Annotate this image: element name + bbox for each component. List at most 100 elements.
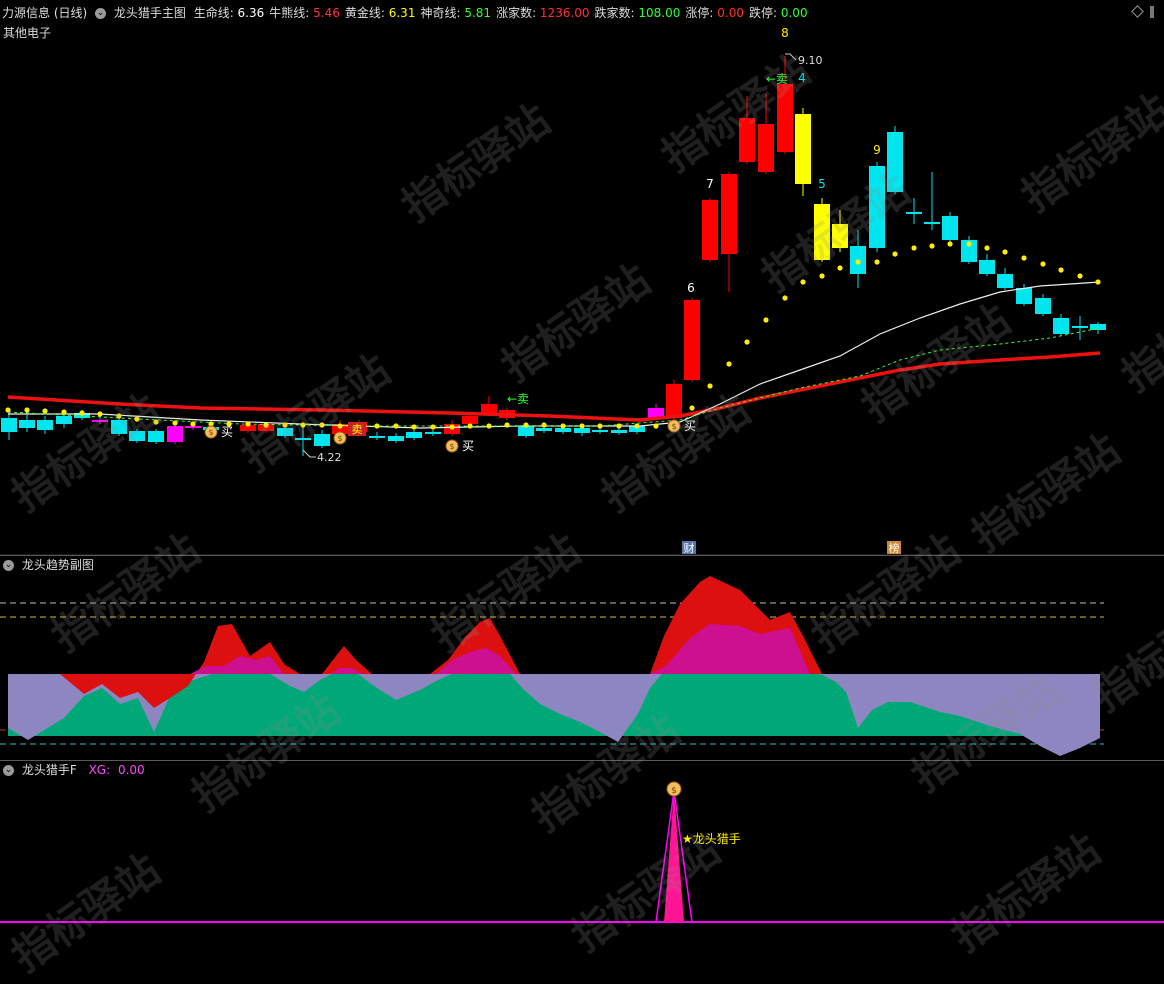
- support-dot: [523, 422, 529, 428]
- support-dot: [61, 409, 67, 415]
- candle-body: [574, 428, 590, 433]
- candle-body: [666, 384, 682, 418]
- signal-label: ★龙头猎手: [682, 832, 741, 846]
- cai-badge: 财: [684, 541, 695, 555]
- support-dot: [782, 295, 788, 301]
- candle-body: [887, 132, 903, 192]
- main-candlestick-chart[interactable]: 6 7 8 4 5 9 9.10 4.22 ←卖 ←卖 $ 买 $ $ 买 $ 买 卖财 榜: [0, 0, 1164, 555]
- candle-body: [388, 436, 404, 441]
- candle-body: [1016, 288, 1032, 304]
- bang-badge: 榜: [889, 541, 900, 555]
- support-dot: [1002, 249, 1008, 255]
- support-dot: [597, 423, 603, 429]
- candle-body: [1090, 324, 1106, 330]
- support-dot: [411, 424, 417, 430]
- support-dot: [616, 423, 622, 429]
- support-dot: [134, 416, 140, 422]
- support-dot: [153, 419, 159, 425]
- support-dot: [689, 405, 695, 411]
- candle-body: [979, 260, 995, 274]
- support-dot: [929, 243, 935, 249]
- support-dot: [430, 424, 436, 430]
- candle-body: [277, 428, 293, 436]
- support-dot: [634, 423, 640, 429]
- candle-body: [1053, 318, 1069, 334]
- candle-body: [555, 428, 571, 432]
- support-dot: [966, 241, 972, 247]
- candle-body: [92, 420, 108, 422]
- support-dot: [449, 424, 455, 430]
- candle-body: [869, 166, 885, 248]
- candle-body: [906, 212, 922, 214]
- support-dot: [874, 259, 880, 265]
- money-bag-symbol: $: [449, 442, 454, 451]
- support-dot: [855, 259, 861, 265]
- money-bag-symbol: $: [671, 422, 676, 431]
- candle-body: [295, 438, 311, 440]
- support-dot: [319, 422, 325, 428]
- candle-body: [758, 124, 774, 172]
- support-dot: [892, 251, 898, 257]
- candle-body: [425, 432, 441, 434]
- candle-body: [721, 174, 737, 254]
- support-dot: [263, 422, 269, 428]
- trend-sub-chart[interactable]: [0, 556, 1164, 760]
- candle-body: [406, 432, 422, 438]
- support-dot: [486, 423, 492, 429]
- wave-number: 4: [798, 71, 806, 85]
- wave-number: 7: [706, 177, 714, 191]
- support-dot: [116, 413, 122, 419]
- buy-signal-label: 买: [221, 425, 233, 439]
- support-dot: [763, 317, 769, 323]
- candle-body: [777, 84, 793, 152]
- wave-number: 9: [873, 143, 881, 157]
- support-dot: [79, 410, 85, 416]
- high-pointer: [785, 53, 797, 61]
- candle-body: [997, 274, 1013, 288]
- low-price-label: 4.22: [317, 451, 342, 464]
- wave-number: 6: [687, 281, 695, 295]
- candle-body: [111, 420, 127, 434]
- candle-body: [148, 431, 164, 442]
- support-dot: [24, 407, 30, 413]
- support-dot: [560, 423, 566, 429]
- candle-body: [1, 418, 17, 432]
- support-dot: [1021, 255, 1027, 261]
- support-dot: [393, 423, 399, 429]
- sell-signal-label: ←卖: [507, 392, 529, 406]
- support-dot: [541, 422, 547, 428]
- candle-body: [129, 431, 145, 441]
- candle-body: [684, 300, 700, 380]
- money-bag-symbol: $: [671, 786, 677, 796]
- candle-body: [611, 430, 627, 433]
- candle-body: [739, 118, 755, 162]
- support-dot: [911, 245, 917, 251]
- buy-signal-label: 买: [462, 439, 474, 453]
- candle-body: [592, 430, 608, 432]
- candle-body: [536, 428, 552, 431]
- money-bag-symbol: $: [208, 428, 213, 437]
- candle-body: [814, 204, 830, 260]
- support-dot: [5, 407, 11, 413]
- support-dot: [653, 423, 659, 429]
- candle-body: [314, 434, 330, 446]
- support-dot: [42, 408, 48, 414]
- support-dot: [707, 383, 713, 389]
- candle-body: [702, 200, 718, 260]
- candle-body: [924, 222, 940, 224]
- signal-spike: [664, 791, 684, 922]
- support-dot: [726, 361, 732, 367]
- high-price-label: 9.10: [798, 54, 823, 67]
- support-dot: [504, 422, 510, 428]
- signal-chart[interactable]: $ ★龙头猎手: [0, 761, 1164, 924]
- support-dot: [1058, 267, 1064, 273]
- candle-body: [56, 416, 72, 424]
- candle-body: [19, 420, 35, 428]
- support-dot: [819, 273, 825, 279]
- green-dashed-line: [7, 327, 1101, 427]
- sell-signal-label: ←卖: [766, 72, 788, 86]
- wave-number: 8: [781, 26, 789, 40]
- support-dot: [467, 423, 473, 429]
- support-dot: [282, 422, 288, 428]
- support-dot: [1077, 273, 1083, 279]
